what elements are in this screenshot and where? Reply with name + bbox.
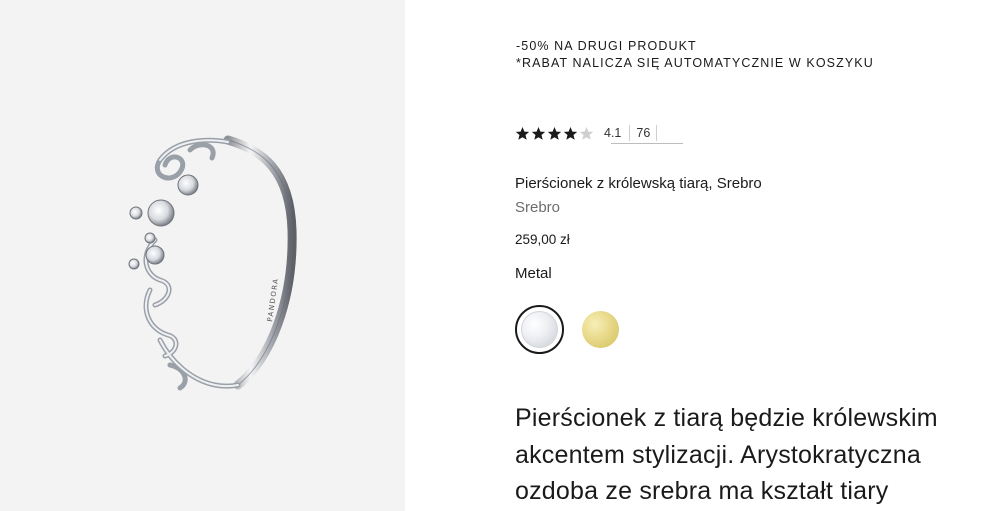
star-filled-icon [547, 126, 562, 140]
metal-swatch-silver[interactable] [515, 305, 564, 354]
review-count-link[interactable]: 76 [629, 125, 658, 141]
promo-line-2: *RABAT NALICZA SIĘ AUTOMATYCZNIE W KOSZY… [516, 56, 874, 70]
product-variant: Srebro [515, 199, 561, 216]
metal-label: Metal [515, 265, 552, 282]
star-filled-icon [563, 126, 578, 140]
metal-swatch-gold[interactable] [582, 311, 619, 348]
ring-band [223, 135, 297, 390]
star-empty-icon [579, 126, 594, 140]
star-filled-icon [531, 126, 546, 140]
rating[interactable]: 4.1 76 [515, 124, 658, 142]
product-image-panel[interactable]: PANDORA [0, 0, 405, 511]
promo-line-1: -50% NA DRUGI PRODUKT [516, 39, 697, 53]
product-details: -50% NA DRUGI PRODUKT *RABAT NALICZA SIĘ… [405, 0, 1000, 511]
star-rating [515, 126, 594, 141]
rating-value: 4.1 [604, 126, 622, 140]
ring-image: PANDORA [128, 135, 297, 391]
star-filled-icon [515, 126, 530, 140]
silver-swatch-fill [521, 311, 558, 348]
ring-gems [128, 174, 199, 270]
rating-underline [611, 143, 683, 144]
product-description: Pierścionek z tiarą będzie królewskim ak… [515, 404, 938, 505]
product-price: 259,00 zł [515, 232, 570, 247]
product-title: Pierścionek z królewską tiarą, Srebro [515, 175, 762, 192]
promo-banner: -50% NA DRUGI PRODUKT *RABAT NALICZA SIĘ… [516, 38, 874, 72]
